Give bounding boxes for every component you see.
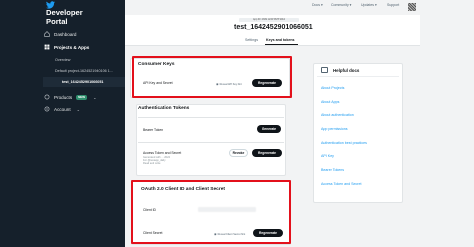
regenerate-access-token-button[interactable]: Regenerate bbox=[252, 149, 282, 157]
docs-icon bbox=[321, 67, 328, 73]
products-icon bbox=[43, 94, 50, 100]
topnav-updates[interactable]: Updates ▾ bbox=[361, 3, 377, 7]
app-id-pill: App ID: 2309 1234 5678 9012 bbox=[239, 18, 299, 22]
access-token-permissions: Read and write bbox=[143, 162, 161, 165]
auth-tokens-title: Authentication Tokens bbox=[138, 106, 190, 111]
generate-bearer-button[interactable]: Generate bbox=[257, 125, 281, 133]
tab-keys-and-tokens[interactable]: Keys and tokens bbox=[266, 38, 295, 42]
doc-link[interactable]: Access Token and Secret bbox=[321, 182, 362, 186]
sidebar-item-label: Products bbox=[54, 94, 73, 100]
sidebar-item-overview[interactable]: Overview bbox=[55, 58, 70, 62]
sidebar-item-current-app[interactable]: test_1642452901066051 bbox=[62, 80, 103, 84]
sidebar-item-projects[interactable]: Projects & Apps bbox=[43, 42, 89, 52]
account-icon bbox=[43, 106, 50, 112]
tab-settings[interactable]: Settings bbox=[245, 38, 258, 42]
helpful-docs-title: Helpful docs bbox=[333, 68, 360, 73]
sidebar-item-label: Dashboard bbox=[54, 31, 77, 37]
sidebar-item-dashboard[interactable]: Dashboard bbox=[43, 29, 76, 39]
divider bbox=[317, 76, 399, 77]
chevron-down-icon: ⌄ bbox=[93, 94, 97, 100]
highlight-box bbox=[132, 56, 292, 98]
doc-link[interactable]: About Projects bbox=[321, 86, 344, 90]
brand-title[interactable]: Developer Portal bbox=[46, 8, 83, 26]
new-badge: NEW bbox=[76, 94, 88, 100]
sidebar-item-label: Account bbox=[54, 106, 71, 112]
sidebar-item-account[interactable]: Account ⌄ bbox=[43, 104, 80, 114]
divider bbox=[138, 142, 284, 143]
page-title: test_1642452901066051 bbox=[234, 24, 313, 31]
doc-link[interactable]: About authentication bbox=[321, 113, 354, 117]
chevron-down-icon: ⌄ bbox=[76, 106, 80, 112]
doc-link[interactable]: Authentication best practices bbox=[321, 141, 367, 145]
doc-link[interactable]: About Apps bbox=[321, 100, 339, 104]
doc-link[interactable]: API Key bbox=[321, 154, 334, 158]
sidebar: Developer Portal Dashboard Projects & Ap… bbox=[0, 0, 125, 247]
sidebar-item-label: Projects & Apps bbox=[54, 44, 90, 50]
home-icon bbox=[43, 31, 50, 37]
doc-link[interactable]: App permissions bbox=[321, 127, 348, 131]
doc-link[interactable]: Bearer Tokens bbox=[321, 168, 344, 172]
highlight-box bbox=[131, 180, 291, 244]
projects-icon bbox=[43, 44, 50, 50]
sidebar-item-default-project[interactable]: Default project-1624521940106 1... bbox=[55, 69, 113, 73]
avatar[interactable] bbox=[408, 3, 416, 11]
topnav-community[interactable]: Community ▾ bbox=[331, 3, 351, 7]
divider bbox=[138, 117, 284, 118]
active-tab-indicator bbox=[265, 44, 298, 45]
bearer-token-label: Bearer Token bbox=[143, 128, 164, 132]
access-token-label: Access Token and Secret bbox=[143, 151, 182, 155]
topnav-docs[interactable]: Docs ▾ bbox=[312, 3, 323, 7]
topnav-support[interactable]: Support bbox=[387, 3, 399, 7]
sidebar-item-products[interactable]: Products NEW ⌄ bbox=[43, 92, 97, 102]
revoke-button[interactable]: Revoke bbox=[229, 149, 248, 157]
